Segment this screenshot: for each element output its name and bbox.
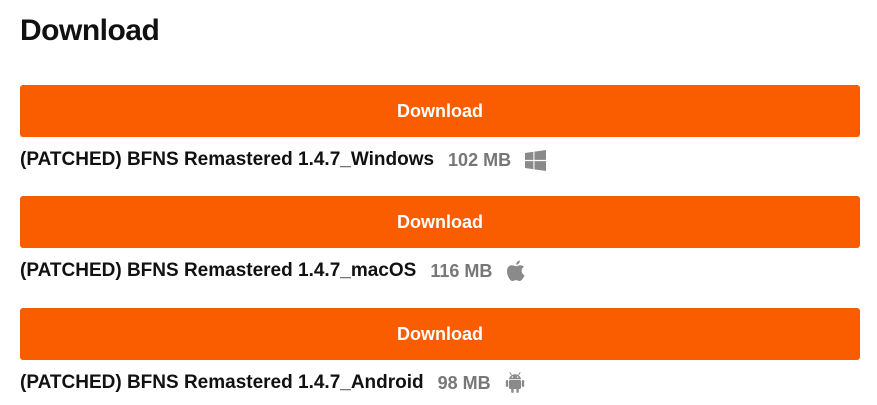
windows-icon bbox=[525, 149, 547, 171]
file-size: 102 MB bbox=[448, 149, 512, 170]
file-name: (PATCHED) BFNS Remastered 1.4.7_Windows bbox=[20, 149, 435, 170]
download-button-macos[interactable]: Download bbox=[20, 196, 860, 248]
file-info-android: (PATCHED) BFNS Remastered 1.4.7_Android … bbox=[20, 370, 860, 396]
file-info-windows: (PATCHED) BFNS Remastered 1.4.7_Windows … bbox=[20, 147, 860, 173]
download-button-android[interactable]: Download bbox=[20, 308, 860, 360]
download-button-windows[interactable]: Download bbox=[20, 85, 860, 137]
file-name: (PATCHED) BFNS Remastered 1.4.7_Android bbox=[20, 372, 424, 393]
apple-icon bbox=[506, 260, 528, 282]
file-info-macos: (PATCHED) BFNS Remastered 1.4.7_macOS 11… bbox=[20, 258, 860, 284]
download-page: Download Download (PATCHED) BFNS Remaste… bbox=[0, 0, 877, 405]
file-size: 98 MB bbox=[437, 372, 491, 393]
download-entry-windows: Download (PATCHED) BFNS Remastered 1.4.7… bbox=[20, 85, 860, 173]
file-size: 116 MB bbox=[430, 260, 493, 281]
download-entry-macos: Download (PATCHED) BFNS Remastered 1.4.7… bbox=[20, 196, 860, 284]
android-icon bbox=[505, 372, 527, 394]
page-title: Download bbox=[20, 14, 160, 47]
file-name: (PATCHED) BFNS Remastered 1.4.7_macOS bbox=[20, 260, 417, 281]
download-entry-android: Download (PATCHED) BFNS Remastered 1.4.7… bbox=[20, 308, 860, 396]
